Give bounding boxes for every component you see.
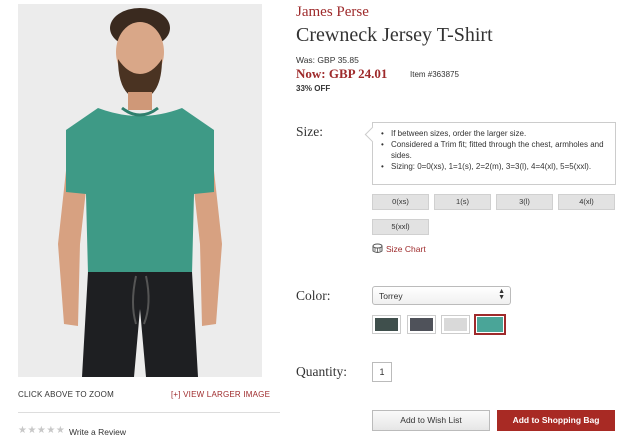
select-arrows-icon: ▲ ▼ <box>498 288 505 301</box>
color-swatch-torrey[interactable] <box>474 314 506 335</box>
size-chart-label: Size Chart <box>386 244 426 254</box>
size-option-3l[interactable]: 3(l) <box>496 194 553 210</box>
color-select-value: Torrey <box>379 291 403 301</box>
color-swatch-dark-green[interactable] <box>372 315 401 334</box>
view-larger-image-link[interactable]: [+] VIEW LARGER IMAGE <box>171 390 270 399</box>
size-label: Size: <box>296 124 323 139</box>
size-option-4xl[interactable]: 4(xl) <box>558 194 615 210</box>
color-swatch-charcoal[interactable] <box>407 315 436 334</box>
product-title: Crewneck Jersey T-Shirt <box>296 24 493 46</box>
quantity-input[interactable]: 1 <box>372 362 392 382</box>
color-label: Color: <box>296 288 331 303</box>
size-chart-link[interactable]: Size Chart <box>372 243 426 254</box>
color-select[interactable]: Torrey ▲ ▼ <box>372 286 511 305</box>
write-review-link[interactable]: Write a Review <box>69 427 126 437</box>
add-to-wish-list-button[interactable]: Add to Wish List <box>372 410 490 431</box>
color-swatch-light-grey[interactable] <box>441 315 470 334</box>
size-option-0xs[interactable]: 0(xs) <box>372 194 429 210</box>
size-tip-item: Considered a Trim fit; fitted through th… <box>381 139 607 161</box>
was-price: Was: GBP 35.85 <box>296 55 359 65</box>
product-image[interactable] <box>18 4 262 377</box>
size-option-1s[interactable]: 1(s) <box>434 194 491 210</box>
discount-badge: 33% OFF <box>296 84 331 93</box>
quantity-label: Quantity: <box>296 364 347 379</box>
size-option-5xxl[interactable]: 5(xxl) <box>372 219 429 235</box>
size-tip-item: If between sizes, order the larger size. <box>381 128 607 139</box>
item-number: Item #363875 <box>410 70 459 79</box>
tape-measure-icon <box>372 243 383 253</box>
size-tips-box: If between sizes, order the larger size.… <box>372 122 616 185</box>
now-price: Now: GBP 24.01 <box>296 66 388 81</box>
brand-name[interactable]: James Perse <box>296 4 369 21</box>
divider <box>18 412 280 413</box>
size-tip-item: Sizing: 0=0(xs), 1=1(s), 2=2(m), 3=3(l),… <box>381 161 607 172</box>
rating-stars: ★★★★★ <box>18 425 66 436</box>
add-to-shopping-bag-button[interactable]: Add to Shopping Bag <box>497 410 615 431</box>
zoom-hint: CLICK ABOVE TO ZOOM <box>18 390 114 399</box>
